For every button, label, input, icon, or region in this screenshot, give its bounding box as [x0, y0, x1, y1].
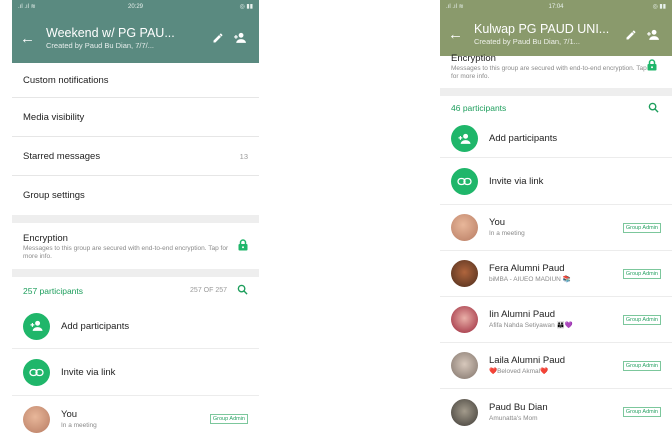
group-subtitle: Created by Paud Bu Dian, 7/7/... [46, 40, 154, 50]
status-bar: .ıl .ıl ≋ 17:04 ◎ ▮▮ [440, 0, 672, 13]
participants-header: 257 participants 257 OF 257 [12, 277, 259, 304]
encryption-row[interactable]: Encryption Messages to this group are se… [12, 223, 259, 269]
right-group-info-screen: .ıl .ıl ≋ 17:04 ◎ ▮▮ ← Kulwap PG PAUD UN… [440, 0, 672, 439]
group-settings-label: Group settings [23, 190, 85, 201]
participant-row[interactable]: You In a meeting Group Admin [440, 205, 672, 251]
encryption-row[interactable]: Encryption Messages to this group are se… [440, 52, 672, 88]
group-admin-badge: Group Admin [622, 360, 661, 371]
status-bar: .ıl .ıl ≋ 20:29 ◎ ▮▮ [12, 0, 259, 13]
invite-via-link-row[interactable]: Invite via link [440, 158, 672, 205]
participant-status: Afifa Nahda Setiyawan 👪💜 [489, 322, 573, 329]
battery-icon: ◎ ▮▮ [239, 4, 253, 10]
section-divider [12, 215, 259, 223]
add-person-icon [451, 125, 478, 152]
participant-row[interactable]: Paud Bu Dian Amunatta's Mom Group Admin [440, 389, 672, 435]
left-group-info-screen: .ıl .ıl ≋ 20:29 ◎ ▮▮ ← Weekend w/ PG PAU… [12, 0, 259, 439]
avatar [451, 352, 478, 379]
participants-header: 46 participants [440, 96, 672, 120]
add-participant-icon[interactable] [229, 32, 251, 44]
starred-messages-row[interactable]: Starred messages 13 [12, 137, 259, 176]
media-visibility-row[interactable]: Media visibility [12, 98, 259, 137]
edit-pencil-icon[interactable] [620, 29, 642, 41]
avatar [23, 405, 50, 433]
group-title-block[interactable]: Weekend w/ PG PAU... Created by Paud Bu … [46, 26, 207, 51]
participants-count: 46 participants [451, 103, 507, 113]
starred-messages-label: Starred messages [23, 150, 101, 162]
add-participants-row[interactable]: Add participants [440, 120, 672, 158]
status-time: 20:29 [127, 3, 144, 10]
group-subtitle: Created by Paud Bu Dian, 7/1... [474, 37, 580, 46]
avatar [451, 260, 478, 287]
avatar [451, 398, 478, 426]
battery-icon: ◎ ▮▮ [652, 4, 666, 10]
back-arrow-icon[interactable]: ← [448, 27, 466, 42]
search-icon[interactable] [648, 102, 659, 115]
custom-notifications-row[interactable]: Custom notifications [12, 63, 259, 98]
group-admin-badge: Group Admin [622, 407, 661, 417]
lock-icon [647, 58, 657, 76]
invite-via-link-label: Invite via link [489, 175, 544, 187]
custom-notifications-label: Custom notifications [23, 74, 109, 86]
section-divider [12, 269, 259, 277]
link-icon [23, 358, 50, 386]
add-participants-label: Add participants [61, 320, 130, 332]
encryption-description: Messages to this group are secured with … [451, 64, 647, 80]
section-divider [440, 88, 672, 96]
lock-icon [238, 238, 248, 256]
add-participants-label: Add participants [489, 133, 558, 144]
encryption-title: Encryption [451, 52, 496, 64]
invite-via-link-label: Invite via link [61, 366, 116, 378]
group-admin-badge: Group Admin [622, 222, 661, 233]
add-person-icon [23, 312, 50, 340]
group-admin-badge: Group Admin [209, 414, 248, 424]
add-participants-row[interactable]: Add participants [12, 304, 259, 349]
participants-count: 257 participants [23, 285, 84, 296]
participant-name: Fera Alumni Paud [489, 263, 565, 274]
link-icon [451, 167, 478, 195]
status-time: 17:04 [548, 3, 564, 10]
avatar [451, 214, 478, 241]
participant-status: In a meeting [61, 421, 97, 429]
participant-row[interactable]: Iin Alumni Paud Afifa Nahda Setiyawan 👪💜… [440, 297, 672, 343]
group-title-block[interactable]: Kulwap PG PAUD UNI... Created by Paud Bu… [474, 22, 620, 47]
participant-row[interactable]: You In a meeting Group Admin [12, 396, 259, 439]
app-bar: ← Weekend w/ PG PAU... Created by Paud B… [12, 13, 259, 63]
back-arrow-icon[interactable]: ← [20, 31, 38, 46]
group-admin-badge: Group Admin [622, 314, 661, 325]
encryption-description: Messages to this group are secured with … [23, 245, 229, 260]
encryption-title: Encryption [23, 233, 68, 244]
app-bar: ← Kulwap PG PAUD UNI... Created by Paud … [440, 13, 672, 56]
participant-row[interactable]: Fera Alumni Paud biMBA - AIUEO MADIUN 📚 … [440, 251, 672, 297]
invite-via-link-row[interactable]: Invite via link [12, 349, 259, 396]
participant-status: Amunatta's Mom [489, 414, 538, 422]
participant-name: Iin Alumni Paud [489, 309, 556, 320]
participant-status: ❤️Beloved Akmal❤️ [489, 368, 549, 375]
avatar [451, 306, 478, 333]
participant-status: In a meeting [489, 230, 525, 237]
media-visibility-label: Media visibility [23, 111, 85, 123]
participants-of-count: 257 OF 257 [190, 287, 227, 294]
add-participant-icon[interactable] [642, 29, 664, 41]
starred-count: 13 [239, 151, 248, 161]
group-title: Weekend w/ PG PAU... [46, 25, 175, 40]
group-admin-badge: Group Admin [622, 268, 661, 279]
search-icon[interactable] [237, 284, 248, 297]
participant-name: You [61, 408, 78, 420]
participant-name: You [489, 217, 506, 228]
group-settings-row[interactable]: Group settings [12, 176, 259, 215]
group-title: Kulwap PG PAUD UNI... [474, 22, 610, 36]
signal-icon: .ıl .ıl ≋ [446, 4, 464, 10]
edit-pencil-icon[interactable] [207, 32, 229, 44]
participant-row[interactable]: Laila Alumni Paud ❤️Beloved Akmal❤️ Grou… [440, 343, 672, 389]
participant-status: biMBA - AIUEO MADIUN 📚 [489, 276, 571, 283]
participant-name: Laila Alumni Paud [489, 355, 566, 366]
signal-icon: .ıl .ıl ≋ [18, 4, 36, 10]
participant-name: Paud Bu Dian [489, 401, 548, 413]
